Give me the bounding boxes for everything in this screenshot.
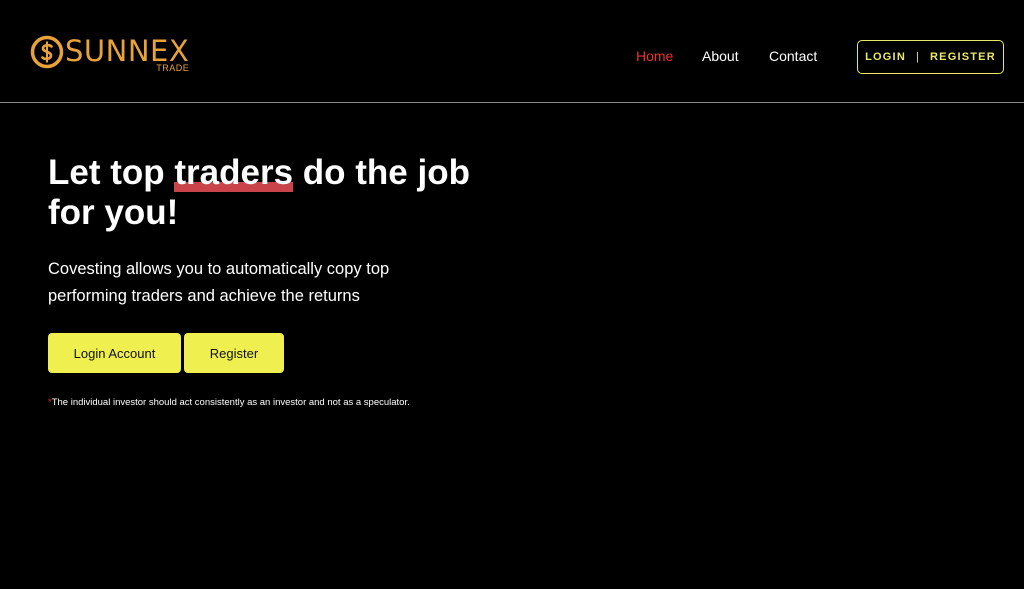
disclaimer-text: The individual investor should act consi… xyxy=(51,397,410,408)
hero-title-highlight: traders xyxy=(174,153,294,192)
register-link[interactable]: REGISTER xyxy=(930,51,996,63)
auth-links: LOGIN | REGISTER xyxy=(857,40,1004,74)
nav-item-contact[interactable]: Contact xyxy=(769,48,817,64)
brand-logo[interactable]: SUNNEX TRADE xyxy=(30,33,189,77)
brand-text: SUNNEX TRADE xyxy=(65,33,189,77)
login-account-button[interactable]: Login Account xyxy=(48,333,181,373)
login-link[interactable]: LOGIN xyxy=(865,51,906,63)
brand-subname: TRADE xyxy=(156,63,190,73)
site-header: SUNNEX TRADE Home About Contact LOGIN | … xyxy=(0,0,1024,103)
disclaimer-note: *The individual investor should act cons… xyxy=(48,397,410,408)
hero-subtitle: Covesting allows you to automatically co… xyxy=(48,260,390,305)
auth-separator: | xyxy=(915,51,921,63)
hero-title-start: Let top xyxy=(48,153,175,192)
hero-title: Let top traders do the job for you! xyxy=(48,153,488,233)
nav-item-about[interactable]: About xyxy=(702,48,739,64)
dollar-coin-icon xyxy=(30,35,64,69)
register-button[interactable]: Register xyxy=(184,333,284,373)
nav-item-home[interactable]: Home xyxy=(636,48,673,64)
